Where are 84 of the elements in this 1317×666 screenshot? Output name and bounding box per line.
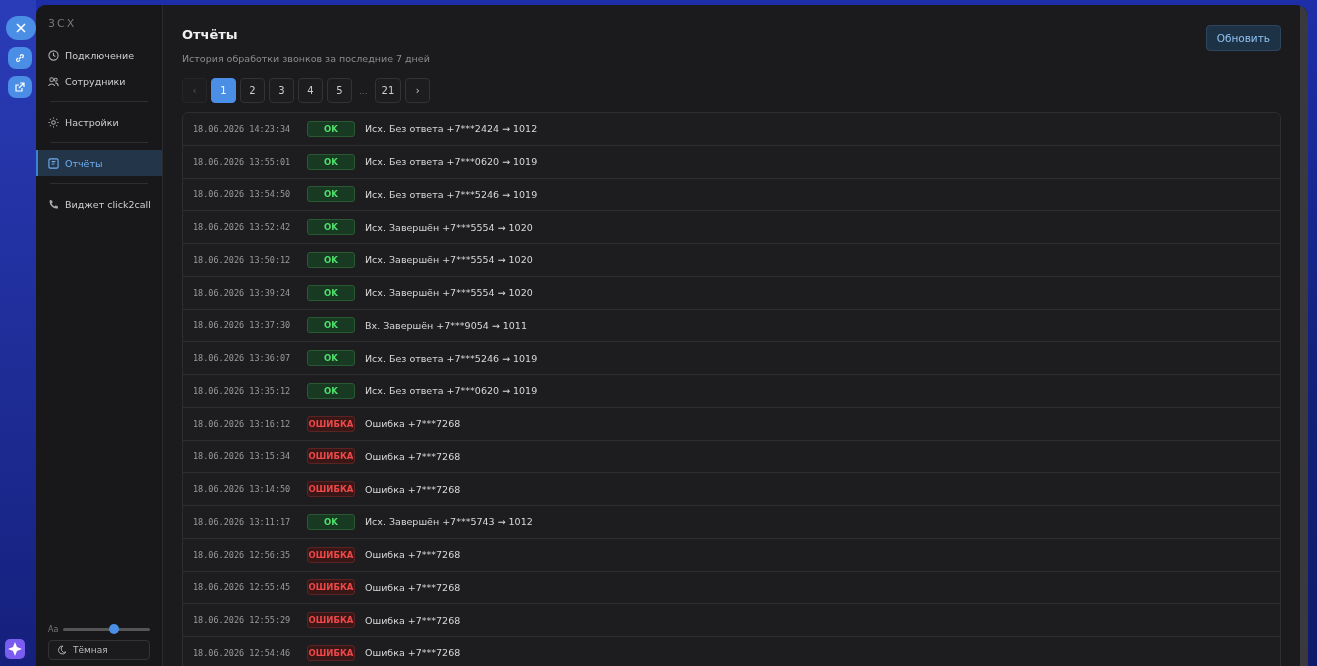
status-badge: OK: [307, 284, 355, 301]
status-badge: ОШИБКА: [307, 612, 355, 629]
status-badge: ОШИБКА: [307, 644, 355, 661]
timestamp-text: 18.06.2026 13:37:30: [193, 320, 292, 331]
next-page-button[interactable]: ›: [405, 78, 431, 103]
timestamp-text: 18.06.2026 13:11:17: [193, 516, 292, 527]
call-description: Исх. Завершён +7***5554 → 1020: [365, 221, 533, 233]
timestamp-text: 18.06.2026 13:14:50: [193, 484, 292, 495]
refresh-button[interactable]: Обновить: [1205, 25, 1281, 51]
external-link-icon: [15, 82, 25, 92]
call-description: Исх. Без ответа +7***5246 → 1019: [365, 352, 538, 364]
scrollbar[interactable]: [1300, 5, 1308, 666]
timestamp-text: 18.06.2026 12:54:46: [193, 647, 292, 658]
timestamp-text: 18.06.2026 12:56:35: [193, 549, 292, 560]
timestamp-text: 18.06.2026 13:39:24: [193, 287, 292, 298]
status-badge: OK: [307, 219, 355, 236]
pagination-ellipsis: ...: [358, 85, 369, 96]
page-button[interactable]: 21: [374, 78, 402, 103]
status-badge: OK: [307, 186, 355, 203]
call-description: Ошибка +7***7268: [365, 614, 461, 626]
timestamp-text: 18.06.2026 12:55:29: [193, 615, 292, 626]
users-icon: [48, 75, 59, 87]
clock-icon: [48, 49, 59, 61]
sidebar-item[interactable]: Сотрудники: [36, 68, 162, 94]
external-link-button[interactable]: [8, 76, 32, 98]
timestamp-text: 18.06.2026 14:23:34: [193, 123, 292, 134]
moon-icon: [57, 645, 67, 655]
timestamp-text: 18.06.2026 13:50:12: [193, 254, 292, 265]
status-badge: OK: [307, 251, 355, 268]
timestamp-text: 18.06.2026 13:35:12: [193, 385, 292, 396]
call-description: Ошибка +7***7268: [365, 418, 461, 430]
sidebar-item[interactable]: Настройки: [36, 109, 162, 135]
timestamp-text: 18.06.2026 13:52:42: [193, 222, 292, 233]
link-button[interactable]: [8, 47, 32, 69]
call-description: Исх. Завершён +7***5554 → 1020: [365, 254, 533, 266]
status-badge: ОШИБКА: [307, 579, 355, 596]
page-subtitle: История обработки звонков за последние 7 дней: [182, 53, 430, 64]
status-badge: OK: [307, 317, 355, 334]
document-icon: [48, 157, 59, 169]
brand-label: 3CX: [47, 17, 78, 30]
status-badge: OK: [307, 120, 355, 137]
status-badge: ОШИБКА: [307, 448, 355, 465]
page-button[interactable]: 5: [327, 78, 352, 103]
page-button[interactable]: 3: [269, 78, 294, 103]
status-badge: ОШИБКА: [307, 415, 355, 432]
close-button[interactable]: [6, 16, 36, 40]
page-button[interactable]: 2: [240, 78, 265, 103]
sparkle-logo-icon: [4, 638, 26, 660]
page-title: Отчёты: [182, 27, 239, 42]
slider-thumb[interactable]: [109, 624, 120, 634]
sidebar-item[interactable]: Подключение: [36, 42, 162, 68]
timestamp-text: 18.06.2026 13:16:12: [193, 418, 292, 429]
timestamp-text: 18.06.2026 12:55:45: [193, 582, 292, 593]
call-description: Ошибка +7***7268: [365, 549, 461, 561]
call-description: Исх. Без ответа +7***0620 → 1019: [365, 385, 538, 397]
status-badge: OK: [307, 350, 355, 367]
sidebar-item[interactable]: Отчёты: [36, 150, 162, 176]
theme-button[interactable]: Тёмная: [48, 640, 150, 660]
call-description: Ошибка +7***7268: [365, 647, 461, 659]
call-description: Вх. Завершён +7***9054 → 1011: [365, 319, 527, 331]
gear-icon: [48, 116, 59, 128]
timestamp-text: 18.06.2026 13:54:50: [193, 189, 292, 200]
link-icon: [15, 53, 25, 63]
call-description: Исх. Без ответа +7***0620 → 1019: [365, 156, 538, 168]
status-badge: ОШИБКА: [307, 546, 355, 563]
call-description: Исх. Завершён +7***5554 → 1020: [365, 287, 533, 299]
page-button[interactable]: 4: [298, 78, 323, 103]
close-icon: [16, 23, 26, 33]
call-description: Исх. Без ответа +7***2424 → 1012: [365, 123, 538, 135]
call-description: Исх. Завершён +7***5743 → 1012: [365, 516, 533, 528]
sidebar-item[interactable]: Виджет click2call: [36, 191, 162, 217]
call-description: Ошибка +7***7268: [365, 483, 461, 495]
status-badge: ОШИБКА: [307, 481, 355, 498]
timestamp-text: 18.06.2026 13:36:07: [193, 353, 292, 364]
status-badge: OK: [307, 382, 355, 399]
timestamp-text: 18.06.2026 13:15:34: [193, 451, 292, 462]
call-description: Ошибка +7***7268: [365, 450, 461, 462]
call-description: Ошибка +7***7268: [365, 581, 461, 593]
timestamp-text: 18.06.2026 13:55:01: [193, 156, 292, 167]
status-badge: OK: [307, 513, 355, 530]
call-description: Исх. Без ответа +7***5246 → 1019: [365, 188, 538, 200]
font-size-label: Aa: [48, 625, 59, 634]
phone-icon: [48, 198, 59, 210]
status-badge: OK: [307, 153, 355, 170]
